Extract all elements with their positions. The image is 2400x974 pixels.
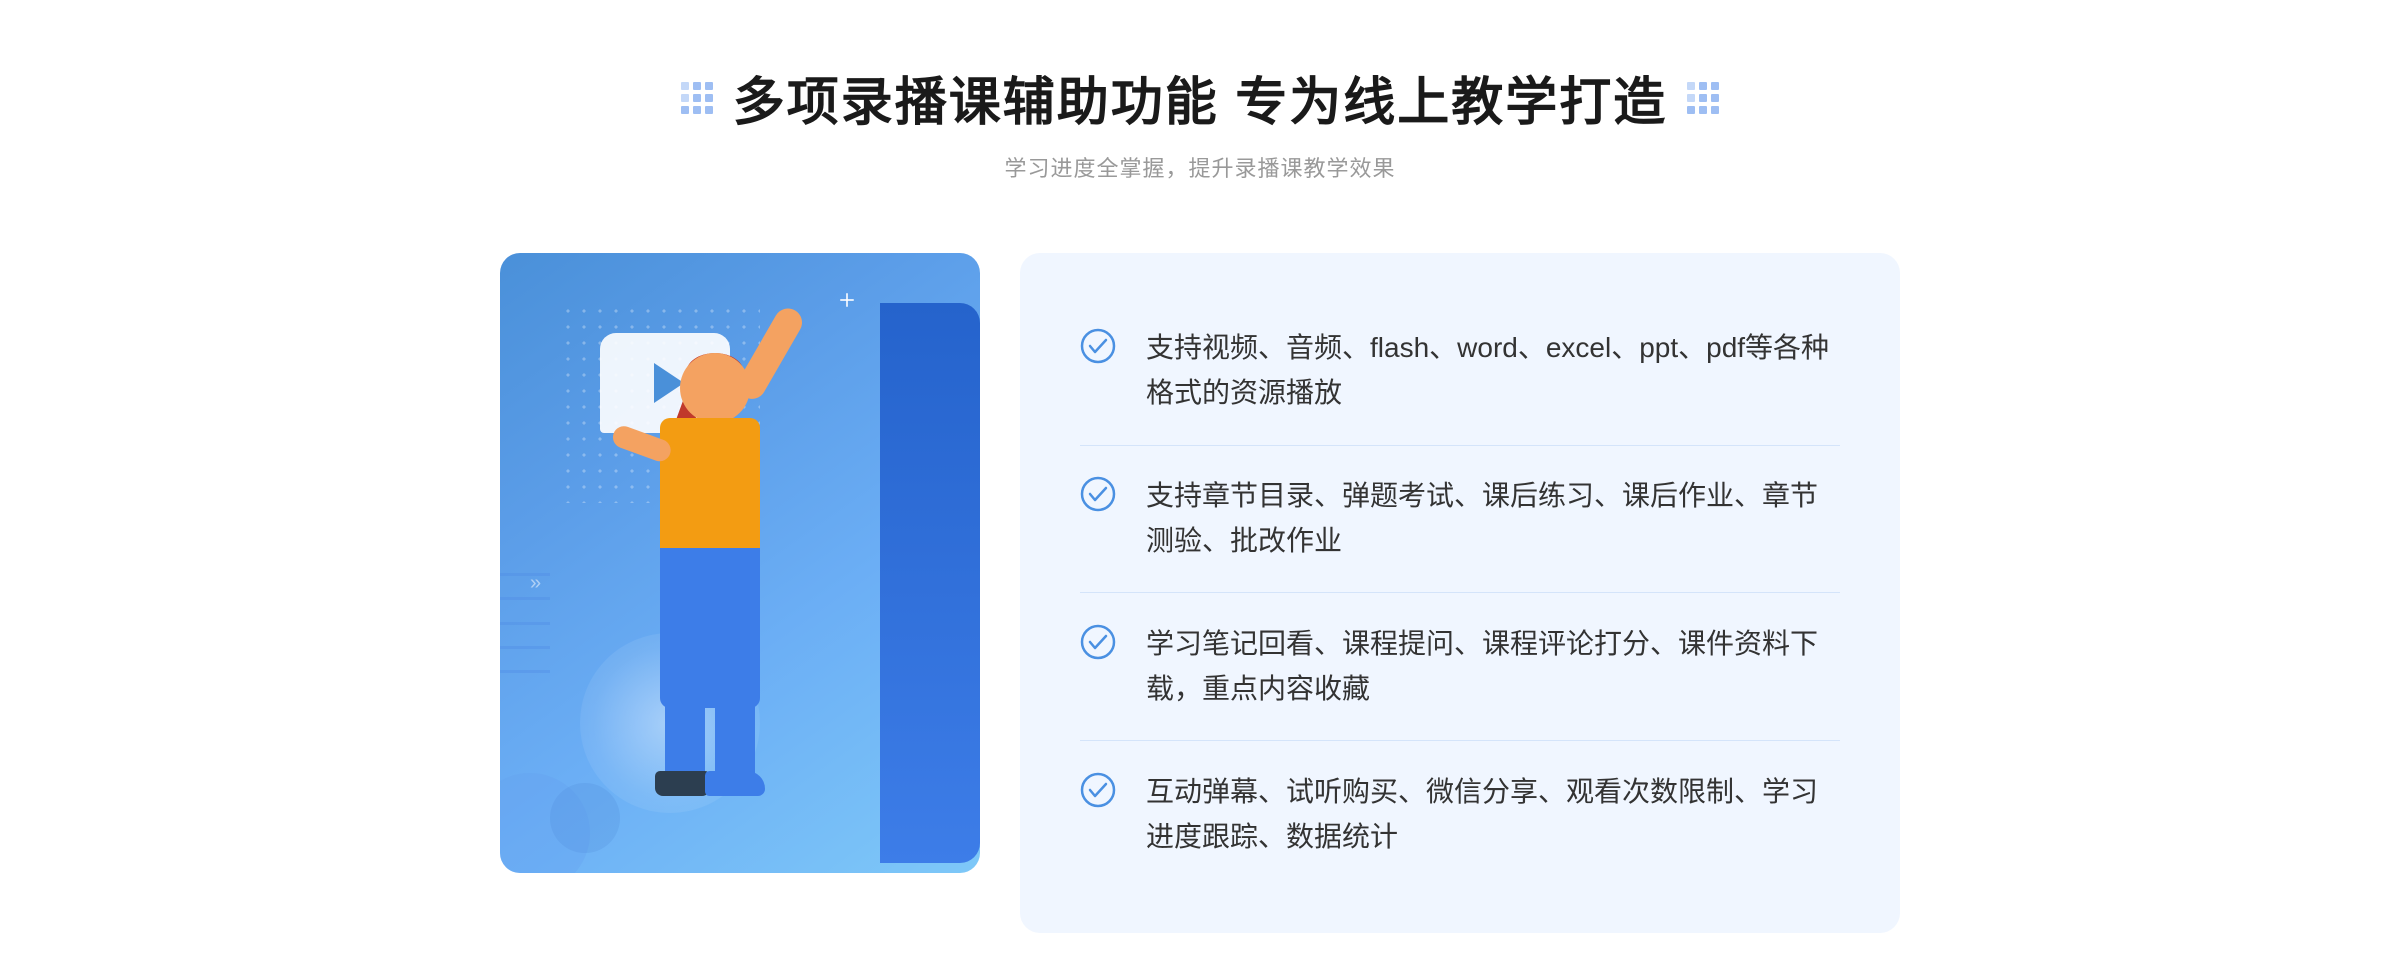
page-container: 多项录播课辅助功能 专为线上教学打造 学习进度全掌握，提升录播课教学效果 »: [0, 0, 2400, 933]
blue-side-panel: [880, 303, 980, 863]
header-section: 多项录播课辅助功能 专为线上教学打造 学习进度全掌握，提升录播课教学效果: [681, 60, 1719, 183]
figure-leg-right: [715, 683, 755, 783]
deco-circle-small: [550, 783, 620, 853]
title-row: 多项录播课辅助功能 专为线上教学打造: [681, 60, 1719, 135]
figure-shoe-right: [705, 771, 765, 796]
main-title: 多项录播课辅助功能 专为线上教学打造: [733, 60, 1667, 135]
subtitle: 学习进度全掌握，提升录播课教学效果: [1004, 151, 1395, 183]
separator-2: [1080, 592, 1840, 593]
check-icon-4: [1080, 772, 1116, 808]
check-icon-2: [1080, 476, 1116, 512]
feature-text-3: 学习笔记回看、课程提问、课程评论打分、课件资料下载，重点内容收藏: [1146, 622, 1840, 712]
illustration-card: »: [500, 253, 980, 873]
separator-3: [1080, 740, 1840, 741]
left-dot-decoration: [681, 82, 713, 114]
figure-shoe-left: [655, 771, 710, 796]
sparkle-2: [840, 293, 860, 313]
feature-text-1: 支持视频、音频、flash、word、excel、ppt、pdf等各种格式的资源…: [1146, 326, 1840, 416]
figure-leg-left: [665, 683, 705, 783]
figure-body: [660, 418, 760, 558]
illustration-area: »: [500, 233, 1020, 933]
separator-1: [1080, 445, 1840, 446]
feature-text-2: 支持章节目录、弹题考试、课后练习、课后作业、章节测验、批改作业: [1146, 474, 1840, 564]
feature-item-1: 支持视频、音频、flash、word、excel、ppt、pdf等各种格式的资源…: [1080, 308, 1840, 434]
deco-lines: [500, 573, 550, 673]
feature-text-4: 互动弹幕、试听购买、微信分享、观看次数限制、学习进度跟踪、数据统计: [1146, 770, 1840, 860]
right-dot-decoration: [1687, 82, 1719, 114]
feature-item-3: 学习笔记回看、课程提问、课程评论打分、课件资料下载，重点内容收藏: [1080, 604, 1840, 730]
check-icon-1: [1080, 328, 1116, 364]
content-section: » »: [500, 233, 1900, 933]
check-icon-3: [1080, 624, 1116, 660]
feature-item-2: 支持章节目录、弹题考试、课后练习、课后作业、章节测验、批改作业: [1080, 456, 1840, 582]
features-area: 支持视频、音频、flash、word、excel、ppt、pdf等各种格式的资源…: [1020, 253, 1900, 933]
feature-item-4: 互动弹幕、试听购买、微信分享、观看次数限制、学习进度跟踪、数据统计: [1080, 752, 1840, 878]
